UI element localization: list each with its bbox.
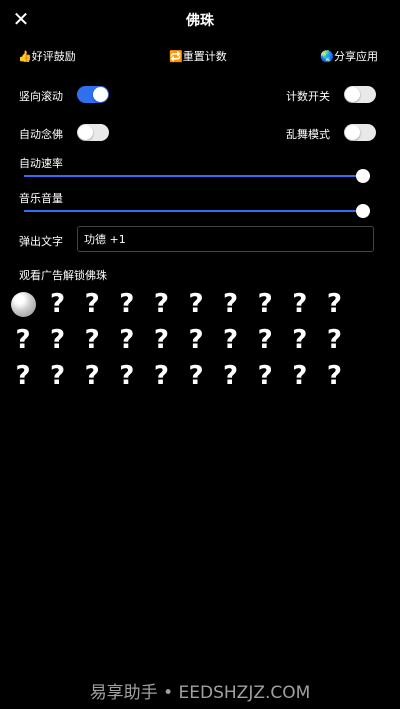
- question-mark-icon: ?: [84, 325, 100, 355]
- share-app-button[interactable]: 🌏分享应用: [320, 48, 378, 64]
- locked-bead-item[interactable]: ?: [148, 291, 174, 317]
- question-mark-icon: ?: [15, 361, 31, 391]
- question-mark-icon: ?: [326, 361, 342, 391]
- toggle-row-2: 自动念佛 乱舞模式: [0, 122, 400, 144]
- question-mark-icon: ?: [119, 289, 135, 319]
- slider-thumb[interactable]: [356, 204, 370, 218]
- question-mark-icon: ?: [15, 325, 31, 355]
- question-mark-icon: ?: [119, 325, 135, 355]
- toggle-knob: [345, 87, 360, 102]
- locked-bead-item[interactable]: ?: [321, 363, 347, 389]
- popup-text-label: 弹出文字: [19, 235, 63, 248]
- locked-bead-item[interactable]: ?: [183, 363, 209, 389]
- question-mark-icon: ?: [153, 325, 169, 355]
- chaos-mode-label: 乱舞模式: [286, 128, 330, 141]
- share-app-label: 🌏分享应用: [320, 50, 378, 63]
- action-bar: 👍好评鼓励 🔁重置计数 🌏分享应用: [0, 48, 400, 68]
- locked-bead-item[interactable]: ?: [114, 291, 140, 317]
- locked-bead-item[interactable]: ?: [287, 291, 313, 317]
- locked-bead-item[interactable]: ?: [114, 327, 140, 353]
- question-mark-icon: ?: [153, 361, 169, 391]
- question-mark-icon: ?: [257, 361, 273, 391]
- toggle-knob: [93, 87, 108, 102]
- slider-track: [24, 210, 370, 212]
- locked-bead-item[interactable]: ?: [321, 291, 347, 317]
- locked-bead-item[interactable]: ?: [45, 327, 71, 353]
- locked-bead-item[interactable]: ?: [321, 327, 347, 353]
- locked-bead-item[interactable]: ?: [218, 327, 244, 353]
- top-bar: ✕ 佛珠: [0, 0, 400, 40]
- locked-bead-item[interactable]: ?: [79, 291, 105, 317]
- popup-text-row: 弹出文字: [19, 226, 376, 254]
- counter-label: 计数开关: [286, 90, 330, 103]
- question-mark-icon: ?: [188, 325, 204, 355]
- locked-bead-item[interactable]: ?: [252, 291, 278, 317]
- locked-bead-item[interactable]: ?: [148, 363, 174, 389]
- vertical-scroll-toggle[interactable]: [77, 86, 109, 103]
- locked-bead-item[interactable]: ?: [183, 291, 209, 317]
- locked-bead-item[interactable]: ?: [10, 327, 36, 353]
- question-mark-icon: ?: [50, 361, 66, 391]
- question-mark-icon: ?: [223, 361, 239, 391]
- counter-toggle[interactable]: [344, 86, 376, 103]
- locked-bead-item[interactable]: ?: [79, 327, 105, 353]
- question-mark-icon: ?: [188, 361, 204, 391]
- locked-bead-item[interactable]: ?: [114, 363, 140, 389]
- toggle-knob: [78, 125, 93, 140]
- question-mark-icon: ?: [326, 325, 342, 355]
- question-mark-icon: ?: [292, 325, 308, 355]
- locked-bead-item[interactable]: ?: [45, 363, 71, 389]
- music-volume-slider[interactable]: [24, 204, 370, 218]
- question-mark-icon: ?: [84, 289, 100, 319]
- question-mark-icon: ?: [292, 361, 308, 391]
- unlock-section-title: 观看广告解锁佛珠: [19, 269, 107, 282]
- question-mark-icon: ?: [292, 289, 308, 319]
- bead-icon: [10, 291, 36, 317]
- slider-thumb[interactable]: [356, 169, 370, 183]
- question-mark-icon: ?: [257, 289, 273, 319]
- auto-speed-slider[interactable]: [24, 169, 370, 183]
- vertical-scroll-label: 竖向滚动: [19, 90, 63, 103]
- rate-button[interactable]: 👍好评鼓励: [18, 48, 76, 64]
- page-title: 佛珠: [186, 13, 214, 29]
- auto-chant-label: 自动念佛: [19, 128, 63, 141]
- locked-bead-item[interactable]: ?: [148, 327, 174, 353]
- question-mark-icon: ?: [257, 325, 273, 355]
- locked-bead-item[interactable]: ?: [252, 363, 278, 389]
- locked-bead-item[interactable]: ?: [287, 327, 313, 353]
- reset-count-label: 🔁重置计数: [169, 50, 227, 63]
- watermark: 易享助手 • EEDSHZJZ.COM: [89, 683, 311, 703]
- locked-bead-item[interactable]: ?: [45, 291, 71, 317]
- locked-bead-item[interactable]: ?: [252, 327, 278, 353]
- toggle-row-1: 竖向滚动 计数开关: [0, 84, 400, 106]
- locked-bead-item[interactable]: ?: [79, 363, 105, 389]
- slider-track: [24, 175, 370, 177]
- chaos-mode-toggle[interactable]: [344, 124, 376, 141]
- locked-bead-item[interactable]: ?: [218, 291, 244, 317]
- question-mark-icon: ?: [50, 325, 66, 355]
- question-mark-icon: ?: [50, 289, 66, 319]
- question-mark-icon: ?: [153, 289, 169, 319]
- question-mark-icon: ?: [119, 361, 135, 391]
- reset-count-button[interactable]: 🔁重置计数: [169, 48, 227, 64]
- question-mark-icon: ?: [223, 289, 239, 319]
- toggle-knob: [345, 125, 360, 140]
- auto-chant-toggle[interactable]: [77, 124, 109, 141]
- locked-bead-item[interactable]: ?: [183, 327, 209, 353]
- question-mark-icon: ?: [84, 361, 100, 391]
- question-mark-icon: ?: [223, 325, 239, 355]
- bead-item[interactable]: [10, 291, 36, 317]
- question-mark-icon: ?: [188, 289, 204, 319]
- question-mark-icon: ?: [326, 289, 342, 319]
- popup-text-input[interactable]: [77, 226, 374, 252]
- locked-bead-item[interactable]: ?: [287, 363, 313, 389]
- locked-bead-item[interactable]: ?: [10, 363, 36, 389]
- locked-bead-item[interactable]: ?: [218, 363, 244, 389]
- rate-label: 👍好评鼓励: [18, 50, 76, 63]
